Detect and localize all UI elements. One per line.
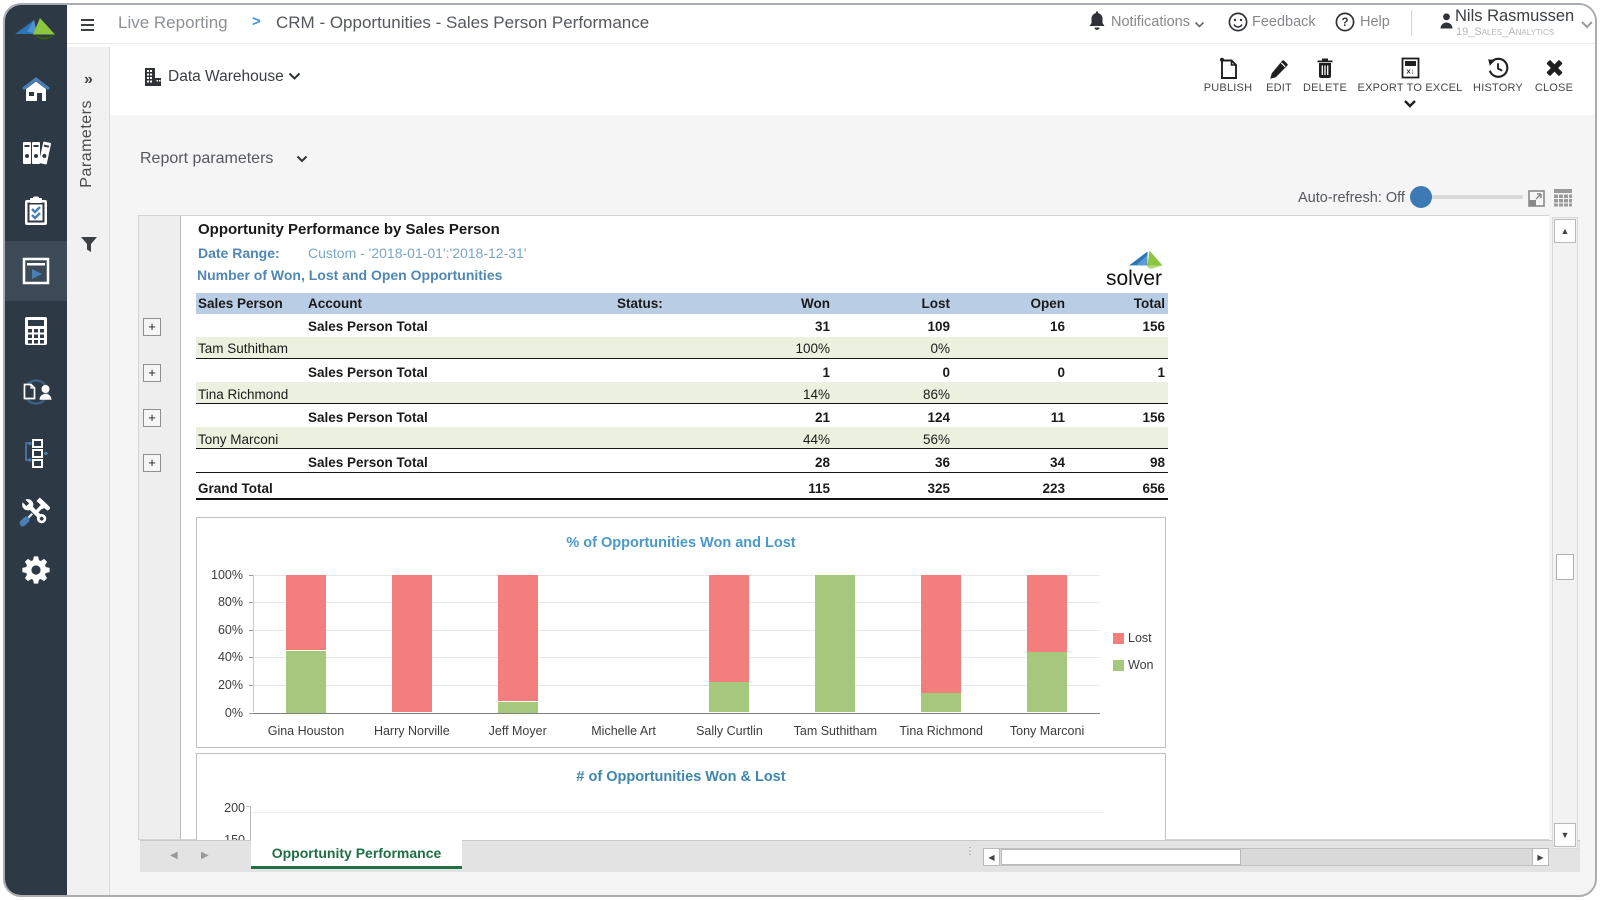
svg-text:?: ? bbox=[1341, 17, 1348, 29]
svg-text:x↓: x↓ bbox=[1406, 66, 1414, 75]
svg-text:solver: solver bbox=[1106, 267, 1162, 288]
